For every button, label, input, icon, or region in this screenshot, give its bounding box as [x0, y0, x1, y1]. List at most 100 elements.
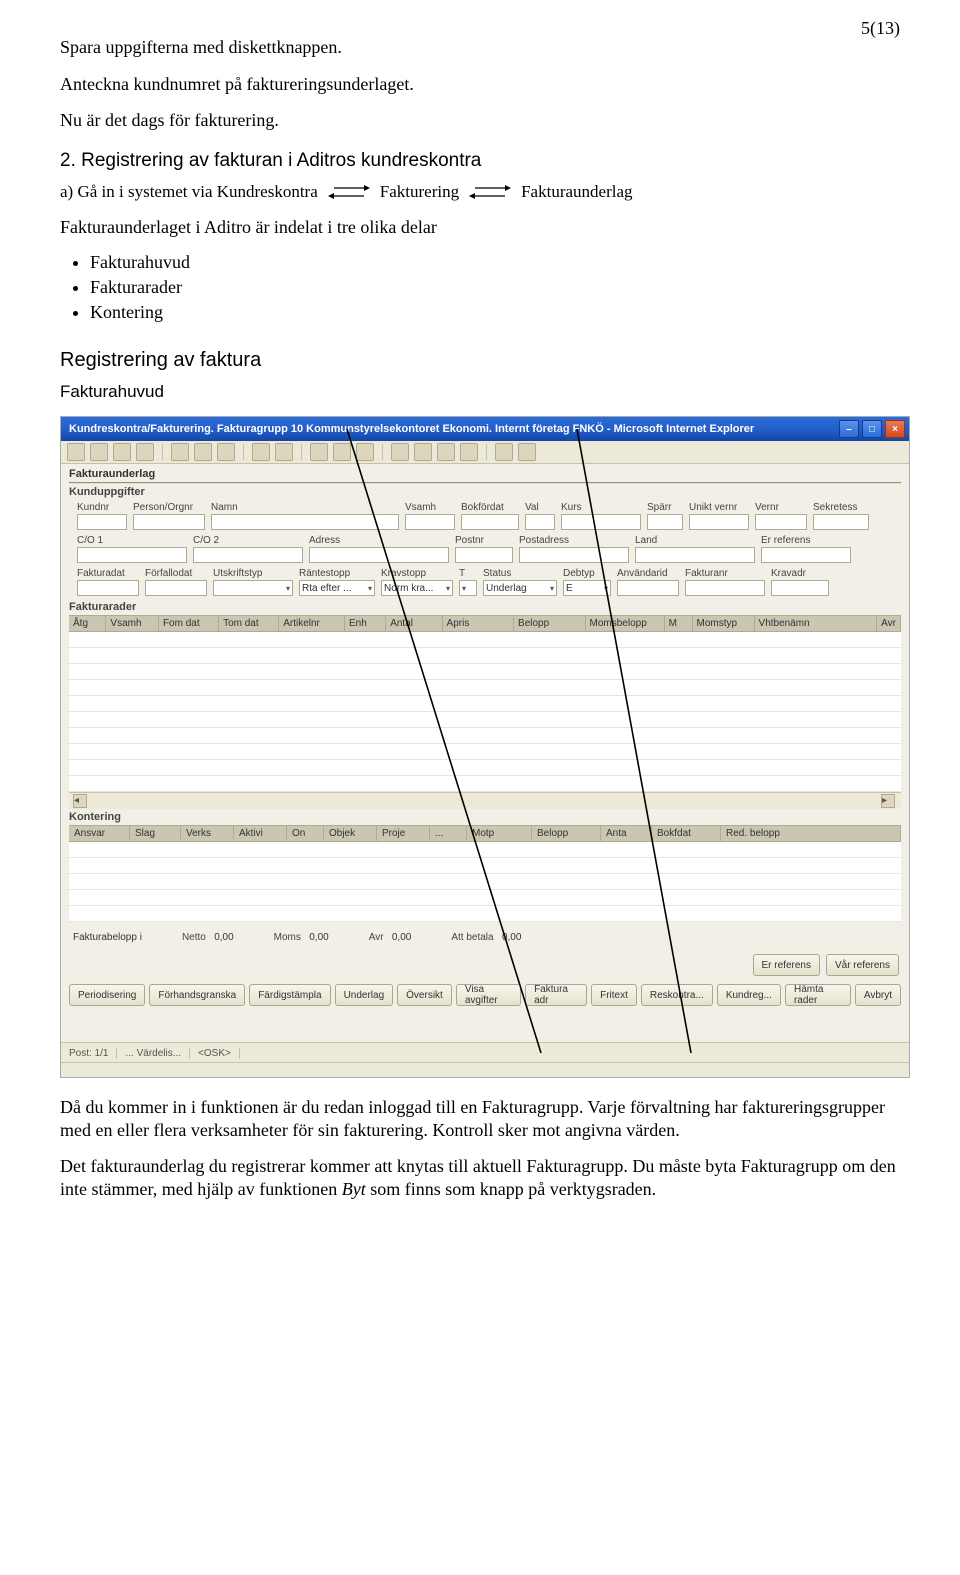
- visa-avgifter-button[interactable]: Visa avgifter: [456, 984, 521, 1006]
- grid-body[interactable]: [69, 842, 901, 922]
- forhandsgranska-button[interactable]: Förhandsgranska: [149, 984, 245, 1006]
- table-row[interactable]: [69, 858, 901, 874]
- table-row[interactable]: [69, 728, 901, 744]
- save-icon[interactable]: [217, 443, 235, 461]
- calendar-icon[interactable]: [495, 443, 513, 461]
- horizontal-scrollbar[interactable]: [61, 1062, 909, 1077]
- field-label: Användarid: [617, 569, 679, 579]
- table-row[interactable]: [69, 712, 901, 728]
- col-header: Tom dat: [219, 616, 279, 631]
- double-arrow-icon: [467, 185, 513, 199]
- co2-field[interactable]: [193, 547, 303, 563]
- sparr-field[interactable]: [647, 514, 683, 530]
- vernr-field[interactable]: [755, 514, 807, 530]
- oversikt-button[interactable]: Översikt: [397, 984, 452, 1006]
- list-icon[interactable]: [333, 443, 351, 461]
- table-row[interactable]: [69, 680, 901, 696]
- fakturanr-field[interactable]: [685, 580, 765, 596]
- total-label: Avr: [369, 932, 384, 943]
- var-referens-button[interactable]: Vår referens: [826, 954, 899, 976]
- tool-icon[interactable]: [518, 443, 536, 461]
- section-heading: 2. Registrering av fakturan i Aditros ku…: [60, 150, 900, 172]
- last-icon[interactable]: [460, 443, 478, 461]
- kundnr-field[interactable]: [77, 514, 127, 530]
- vsamh-field[interactable]: [405, 514, 455, 530]
- status-dropdown[interactable]: Underlag▾: [483, 580, 557, 596]
- postnr-field[interactable]: [455, 547, 513, 563]
- fakturadat-field[interactable]: [77, 580, 139, 596]
- prev-icon[interactable]: [414, 443, 432, 461]
- field-label: Kravadr: [771, 569, 829, 579]
- table-row[interactable]: [69, 906, 901, 922]
- namn-field[interactable]: [211, 514, 399, 530]
- val-field[interactable]: [525, 514, 555, 530]
- total-label: Att betala: [451, 932, 493, 943]
- col-header: Verks: [181, 826, 234, 841]
- next-icon[interactable]: [437, 443, 455, 461]
- faktura-adr-button[interactable]: Faktura adr: [525, 984, 587, 1006]
- help-icon[interactable]: [113, 443, 131, 461]
- anvandarid-field[interactable]: [617, 580, 679, 596]
- table-row[interactable]: [69, 648, 901, 664]
- table-row[interactable]: [69, 776, 901, 792]
- underlag-button[interactable]: Underlag: [335, 984, 394, 1006]
- orgnr-field[interactable]: [133, 514, 205, 530]
- kundreg-button[interactable]: Kundreg...: [717, 984, 781, 1006]
- fritext-button[interactable]: Fritext: [591, 984, 637, 1006]
- utskriftstyp-dropdown[interactable]: ▾: [213, 580, 293, 596]
- first-icon[interactable]: [391, 443, 409, 461]
- field-label: Räntestopp: [299, 569, 375, 579]
- table-row[interactable]: [69, 696, 901, 712]
- tool-icon[interactable]: [67, 443, 85, 461]
- uniktvernr-field[interactable]: [689, 514, 749, 530]
- land-field[interactable]: [635, 547, 755, 563]
- sekretess-field[interactable]: [813, 514, 869, 530]
- tool-icon[interactable]: [90, 443, 108, 461]
- kravstopp-dropdown[interactable]: Norm kra...▾: [381, 580, 453, 596]
- table-row[interactable]: [69, 664, 901, 680]
- bokfordat-field[interactable]: [461, 514, 519, 530]
- erreferens-field[interactable]: [761, 547, 851, 563]
- debtyp-dropdown[interactable]: E▾: [563, 580, 611, 596]
- table-row[interactable]: [69, 632, 901, 648]
- avbryt-button[interactable]: Avbryt: [855, 984, 901, 1006]
- table-row[interactable]: [69, 874, 901, 890]
- table-row[interactable]: [69, 842, 901, 858]
- co1-field[interactable]: [77, 547, 187, 563]
- grid-body[interactable]: [69, 632, 901, 792]
- scroll-right-icon[interactable]: ▸: [881, 794, 895, 808]
- new-icon[interactable]: [171, 443, 189, 461]
- er-referens-button[interactable]: Er referens: [753, 954, 820, 976]
- scroll-left-icon[interactable]: ◂: [73, 794, 87, 808]
- adress-field[interactable]: [309, 547, 449, 563]
- forfallodat-field[interactable]: [145, 580, 207, 596]
- table-row[interactable]: [69, 760, 901, 776]
- minimize-icon[interactable]: –: [839, 420, 859, 438]
- col-header: Belopp: [514, 616, 585, 631]
- table-row[interactable]: [69, 744, 901, 760]
- col-header: Ansvar: [69, 826, 130, 841]
- close-icon[interactable]: ×: [885, 420, 905, 438]
- maximize-icon[interactable]: □: [862, 420, 882, 438]
- list-item: Fakturahuvud: [90, 252, 900, 273]
- col-header: Antal: [386, 616, 442, 631]
- periodisering-button[interactable]: Periodisering: [69, 984, 145, 1006]
- kravadr-field[interactable]: [771, 580, 829, 596]
- table-row[interactable]: [69, 890, 901, 906]
- edit-icon[interactable]: [275, 443, 293, 461]
- page-number: 5(13): [861, 18, 900, 39]
- fardigstampla-button[interactable]: Färdigstämpla: [249, 984, 330, 1006]
- tool-icon[interactable]: [136, 443, 154, 461]
- hamta-rader-button[interactable]: Hämta rader: [785, 984, 851, 1006]
- grid-icon[interactable]: [252, 443, 270, 461]
- kurs-field[interactable]: [561, 514, 641, 530]
- reskontra-button[interactable]: Reskontra...: [641, 984, 713, 1006]
- t-dropdown[interactable]: ▾: [459, 580, 477, 596]
- sort-icon[interactable]: [310, 443, 328, 461]
- delete-icon[interactable]: [194, 443, 212, 461]
- horizontal-scrollbar[interactable]: ◂ ▸: [69, 792, 901, 809]
- tree-icon[interactable]: [356, 443, 374, 461]
- body-text: Det fakturaunderlag du registrerar komme…: [60, 1155, 900, 1200]
- rantestopp-dropdown[interactable]: Rta efter ...▾: [299, 580, 375, 596]
- postadress-field[interactable]: [519, 547, 629, 563]
